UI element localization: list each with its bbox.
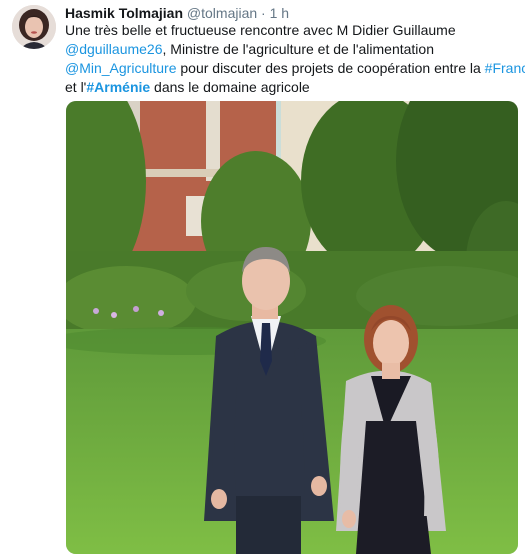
author-name[interactable]: Hasmik Tolmajian	[65, 5, 183, 21]
author-handle[interactable]: @tolmajian	[187, 5, 257, 21]
mention-link[interactable]: @Min_Agriculture	[65, 60, 176, 76]
tweet-text-line: Une très belle et fructueuse rencontre a…	[65, 22, 456, 38]
tweet-header: Hasmik Tolmajian @tolmajian · 1 h	[65, 4, 289, 22]
tweet-photo[interactable]	[66, 101, 518, 554]
tweet-text: Une très belle et fructueuse rencontre a…	[65, 21, 525, 97]
avatar[interactable]	[12, 5, 56, 49]
tweet-timestamp[interactable]: 1 h	[270, 5, 289, 21]
tweet-text-line: et l'#Arménie dans le domaine agricole	[65, 78, 520, 97]
photo-image	[66, 101, 518, 554]
tweet-text-segment: pour discuter des projets de coopération…	[176, 60, 485, 76]
tweet-text-segment: et l'	[65, 79, 87, 95]
mention-link[interactable]: @dguillaume26	[65, 41, 163, 57]
tweet-text-segment: , Ministre de l'agriculture et de l'alim…	[162, 41, 434, 57]
tweet-text-segment: dans le domaine agricole	[150, 79, 310, 95]
header-separator: ·	[261, 5, 266, 21]
hashtag-link[interactable]: #Arménie	[86, 79, 150, 95]
hashtag-link[interactable]: #France	[485, 60, 525, 76]
tweet-card[interactable]: Hasmik Tolmajian @tolmajian · 1 h Une tr…	[0, 0, 525, 556]
tweet-text-line: @Min_Agriculture pour discuter des proje…	[65, 59, 525, 78]
tweet-text-line: @dguillaume26, Ministre de l'agriculture…	[65, 40, 520, 59]
